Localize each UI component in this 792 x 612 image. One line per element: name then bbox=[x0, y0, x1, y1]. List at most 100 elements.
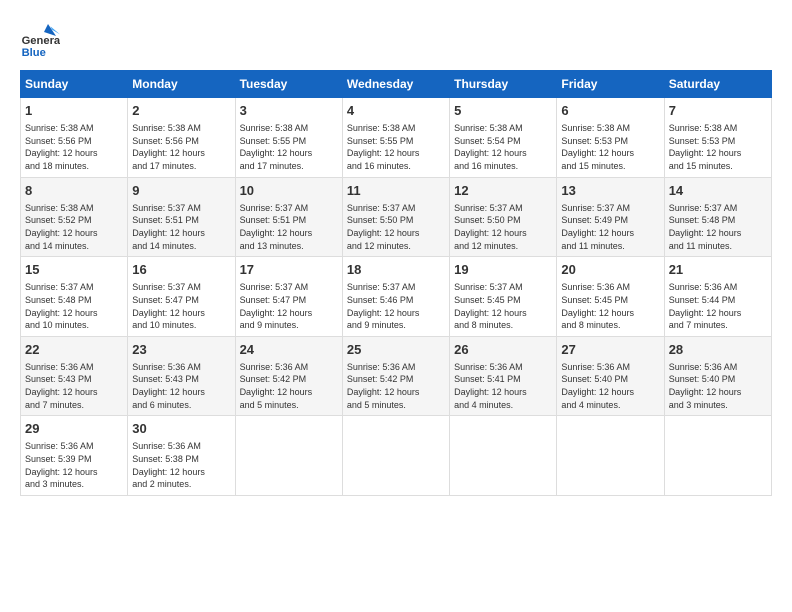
day-number: 4 bbox=[347, 102, 445, 120]
calendar-cell: 3 Sunrise: 5:38 AMSunset: 5:55 PMDaylight… bbox=[235, 98, 342, 178]
calendar-cell: 9 Sunrise: 5:37 AMSunset: 5:51 PMDaylight… bbox=[128, 177, 235, 257]
day-number: 10 bbox=[240, 182, 338, 200]
calendar-cell: 11Sunrise: 5:37 AMSunset: 5:50 PMDayligh… bbox=[342, 177, 449, 257]
calendar-cell: 18 Sunrise: 5:37 AMSunset: 5:46 PMDayligh… bbox=[342, 257, 449, 337]
calendar-cell bbox=[342, 416, 449, 496]
logo: General Blue bbox=[20, 20, 64, 60]
calendar-table: SundayMondayTuesdayWednesdayThursdayFrid… bbox=[20, 70, 772, 496]
day-info: Sunrise: 5:37 AMSunset: 5:45 PMDaylight:… bbox=[454, 281, 552, 331]
day-info: Sunrise: 5:37 AMSunset: 5:51 PMDaylight:… bbox=[132, 202, 230, 252]
calendar-cell: 26 Sunrise: 5:36 AMSunset: 5:41 PMDayligh… bbox=[450, 336, 557, 416]
column-header-sunday: Sunday bbox=[21, 71, 128, 98]
day-info: Sunrise: 5:38 AMSunset: 5:55 PMDaylight:… bbox=[347, 122, 445, 172]
day-number: 7 bbox=[669, 102, 767, 120]
day-number: 3 bbox=[240, 102, 338, 120]
column-header-saturday: Saturday bbox=[664, 71, 771, 98]
day-info: Sunrise: 5:38 AMSunset: 5:53 PMDaylight:… bbox=[561, 122, 659, 172]
day-number: 6 bbox=[561, 102, 659, 120]
calendar-cell: 28 Sunrise: 5:36 AMSunset: 5:40 PMDayligh… bbox=[664, 336, 771, 416]
day-info: Sunrise: 5:36 AMSunset: 5:38 PMDaylight:… bbox=[132, 440, 230, 490]
day-info: Sunrise: 5:37 AMSunset: 5:48 PMDaylight:… bbox=[669, 202, 767, 252]
day-number: 26 bbox=[454, 341, 552, 359]
week-row-3: 15Sunrise: 5:37 AMSunset: 5:48 PMDayligh… bbox=[21, 257, 772, 337]
calendar-cell: 21 Sunrise: 5:36 AMSunset: 5:44 PMDayligh… bbox=[664, 257, 771, 337]
week-row-4: 22 Sunrise: 5:36 AMSunset: 5:43 PMDayligh… bbox=[21, 336, 772, 416]
day-info: Sunrise: 5:37 AMSunset: 5:50 PMDaylight:… bbox=[454, 202, 552, 252]
day-number: 8 bbox=[25, 182, 123, 200]
week-row-5: 29 Sunrise: 5:36 AMSunset: 5:39 PMDayligh… bbox=[21, 416, 772, 496]
day-number: 15 bbox=[25, 261, 123, 279]
day-number: 29 bbox=[25, 420, 123, 438]
day-number: 22 bbox=[25, 341, 123, 359]
calendar-cell: 10Sunrise: 5:37 AMSunset: 5:51 PMDayligh… bbox=[235, 177, 342, 257]
calendar-cell: 22 Sunrise: 5:36 AMSunset: 5:43 PMDayligh… bbox=[21, 336, 128, 416]
calendar-cell: 30 Sunrise: 5:36 AMSunset: 5:38 PMDayligh… bbox=[128, 416, 235, 496]
calendar-cell bbox=[664, 416, 771, 496]
calendar-cell: 2 Sunrise: 5:38 AMSunset: 5:56 PMDaylight… bbox=[128, 98, 235, 178]
day-info: Sunrise: 5:36 AMSunset: 5:41 PMDaylight:… bbox=[454, 361, 552, 411]
day-info: Sunrise: 5:36 AMSunset: 5:43 PMDaylight:… bbox=[132, 361, 230, 411]
calendar-cell: 14Sunrise: 5:37 AMSunset: 5:48 PMDayligh… bbox=[664, 177, 771, 257]
day-number: 9 bbox=[132, 182, 230, 200]
column-header-monday: Monday bbox=[128, 71, 235, 98]
calendar-cell: 20 Sunrise: 5:36 AMSunset: 5:45 PMDayligh… bbox=[557, 257, 664, 337]
day-number: 5 bbox=[454, 102, 552, 120]
day-number: 21 bbox=[669, 261, 767, 279]
day-info: Sunrise: 5:38 AMSunset: 5:56 PMDaylight:… bbox=[25, 122, 123, 172]
day-info: Sunrise: 5:38 AMSunset: 5:54 PMDaylight:… bbox=[454, 122, 552, 172]
svg-text:General: General bbox=[22, 35, 60, 47]
day-number: 17 bbox=[240, 261, 338, 279]
calendar-cell: 23 Sunrise: 5:36 AMSunset: 5:43 PMDayligh… bbox=[128, 336, 235, 416]
column-header-tuesday: Tuesday bbox=[235, 71, 342, 98]
day-number: 30 bbox=[132, 420, 230, 438]
day-number: 1 bbox=[25, 102, 123, 120]
calendar-cell: 4 Sunrise: 5:38 AMSunset: 5:55 PMDaylight… bbox=[342, 98, 449, 178]
day-info: Sunrise: 5:37 AMSunset: 5:49 PMDaylight:… bbox=[561, 202, 659, 252]
day-info: Sunrise: 5:36 AMSunset: 5:40 PMDaylight:… bbox=[561, 361, 659, 411]
day-number: 12 bbox=[454, 182, 552, 200]
day-number: 24 bbox=[240, 341, 338, 359]
day-number: 20 bbox=[561, 261, 659, 279]
day-number: 18 bbox=[347, 261, 445, 279]
calendar-cell: 16Sunrise: 5:37 AMSunset: 5:47 PMDayligh… bbox=[128, 257, 235, 337]
column-header-wednesday: Wednesday bbox=[342, 71, 449, 98]
day-info: Sunrise: 5:37 AMSunset: 5:50 PMDaylight:… bbox=[347, 202, 445, 252]
day-info: Sunrise: 5:38 AMSunset: 5:56 PMDaylight:… bbox=[132, 122, 230, 172]
calendar-cell: 7 Sunrise: 5:38 AMSunset: 5:53 PMDaylight… bbox=[664, 98, 771, 178]
calendar-cell: 1 Sunrise: 5:38 AMSunset: 5:56 PMDaylight… bbox=[21, 98, 128, 178]
svg-text:Blue: Blue bbox=[22, 47, 46, 59]
week-row-1: 1 Sunrise: 5:38 AMSunset: 5:56 PMDaylight… bbox=[21, 98, 772, 178]
week-row-2: 8 Sunrise: 5:38 AMSunset: 5:52 PMDaylight… bbox=[21, 177, 772, 257]
calendar-cell: 8 Sunrise: 5:38 AMSunset: 5:52 PMDaylight… bbox=[21, 177, 128, 257]
calendar-cell: 6 Sunrise: 5:38 AMSunset: 5:53 PMDaylight… bbox=[557, 98, 664, 178]
calendar-cell bbox=[450, 416, 557, 496]
calendar-cell: 27 Sunrise: 5:36 AMSunset: 5:40 PMDayligh… bbox=[557, 336, 664, 416]
day-number: 23 bbox=[132, 341, 230, 359]
logo-icon: General Blue bbox=[20, 20, 60, 60]
day-info: Sunrise: 5:36 AMSunset: 5:40 PMDaylight:… bbox=[669, 361, 767, 411]
day-info: Sunrise: 5:36 AMSunset: 5:39 PMDaylight:… bbox=[25, 440, 123, 490]
calendar-cell: 17 Sunrise: 5:37 AMSunset: 5:47 PMDayligh… bbox=[235, 257, 342, 337]
calendar-cell bbox=[557, 416, 664, 496]
day-info: Sunrise: 5:38 AMSunset: 5:55 PMDaylight:… bbox=[240, 122, 338, 172]
day-info: Sunrise: 5:38 AMSunset: 5:52 PMDaylight:… bbox=[25, 202, 123, 252]
day-number: 2 bbox=[132, 102, 230, 120]
calendar-cell: 5 Sunrise: 5:38 AMSunset: 5:54 PMDaylight… bbox=[450, 98, 557, 178]
page-header: General Blue bbox=[20, 20, 772, 60]
day-number: 28 bbox=[669, 341, 767, 359]
calendar-cell: 29 Sunrise: 5:36 AMSunset: 5:39 PMDayligh… bbox=[21, 416, 128, 496]
day-info: Sunrise: 5:38 AMSunset: 5:53 PMDaylight:… bbox=[669, 122, 767, 172]
calendar-cell: 25Sunrise: 5:36 AMSunset: 5:42 PMDayligh… bbox=[342, 336, 449, 416]
calendar-header-row: SundayMondayTuesdayWednesdayThursdayFrid… bbox=[21, 71, 772, 98]
day-info: Sunrise: 5:37 AMSunset: 5:47 PMDaylight:… bbox=[240, 281, 338, 331]
day-info: Sunrise: 5:36 AMSunset: 5:44 PMDaylight:… bbox=[669, 281, 767, 331]
day-info: Sunrise: 5:37 AMSunset: 5:46 PMDaylight:… bbox=[347, 281, 445, 331]
day-number: 16 bbox=[132, 261, 230, 279]
day-number: 27 bbox=[561, 341, 659, 359]
day-info: Sunrise: 5:36 AMSunset: 5:43 PMDaylight:… bbox=[25, 361, 123, 411]
calendar-cell: 24 Sunrise: 5:36 AMSunset: 5:42 PMDayligh… bbox=[235, 336, 342, 416]
calendar-cell: 12 Sunrise: 5:37 AMSunset: 5:50 PMDayligh… bbox=[450, 177, 557, 257]
calendar-cell: 19Sunrise: 5:37 AMSunset: 5:45 PMDayligh… bbox=[450, 257, 557, 337]
day-info: Sunrise: 5:36 AMSunset: 5:45 PMDaylight:… bbox=[561, 281, 659, 331]
day-info: Sunrise: 5:36 AMSunset: 5:42 PMDaylight:… bbox=[240, 361, 338, 411]
